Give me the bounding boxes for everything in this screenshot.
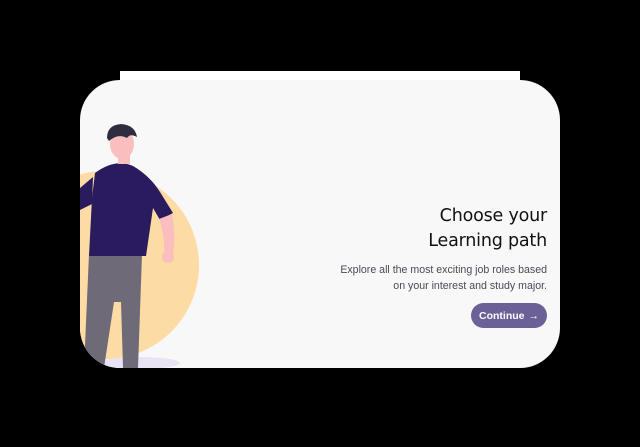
continue-button[interactable]: Continue → — [471, 303, 547, 328]
arrow-right-icon: → — [528, 309, 540, 322]
right-hand — [162, 251, 174, 263]
description-line-1: Explore all the most exciting job roles … — [340, 264, 547, 276]
title-line-1: Choose your — [439, 206, 548, 226]
description: Explore all the most exciting job roles … — [247, 262, 547, 294]
continue-label: Continue — [479, 309, 525, 322]
onboarding-text: Choose your Learning path Explore all th… — [247, 204, 547, 328]
page-title: Choose your Learning path — [247, 204, 547, 254]
onboarding-card: Choose your Learning path Explore all th… — [80, 80, 560, 368]
description-line-2: on your interest and study major. — [393, 280, 547, 292]
title-line-2: Learning path — [428, 231, 547, 251]
